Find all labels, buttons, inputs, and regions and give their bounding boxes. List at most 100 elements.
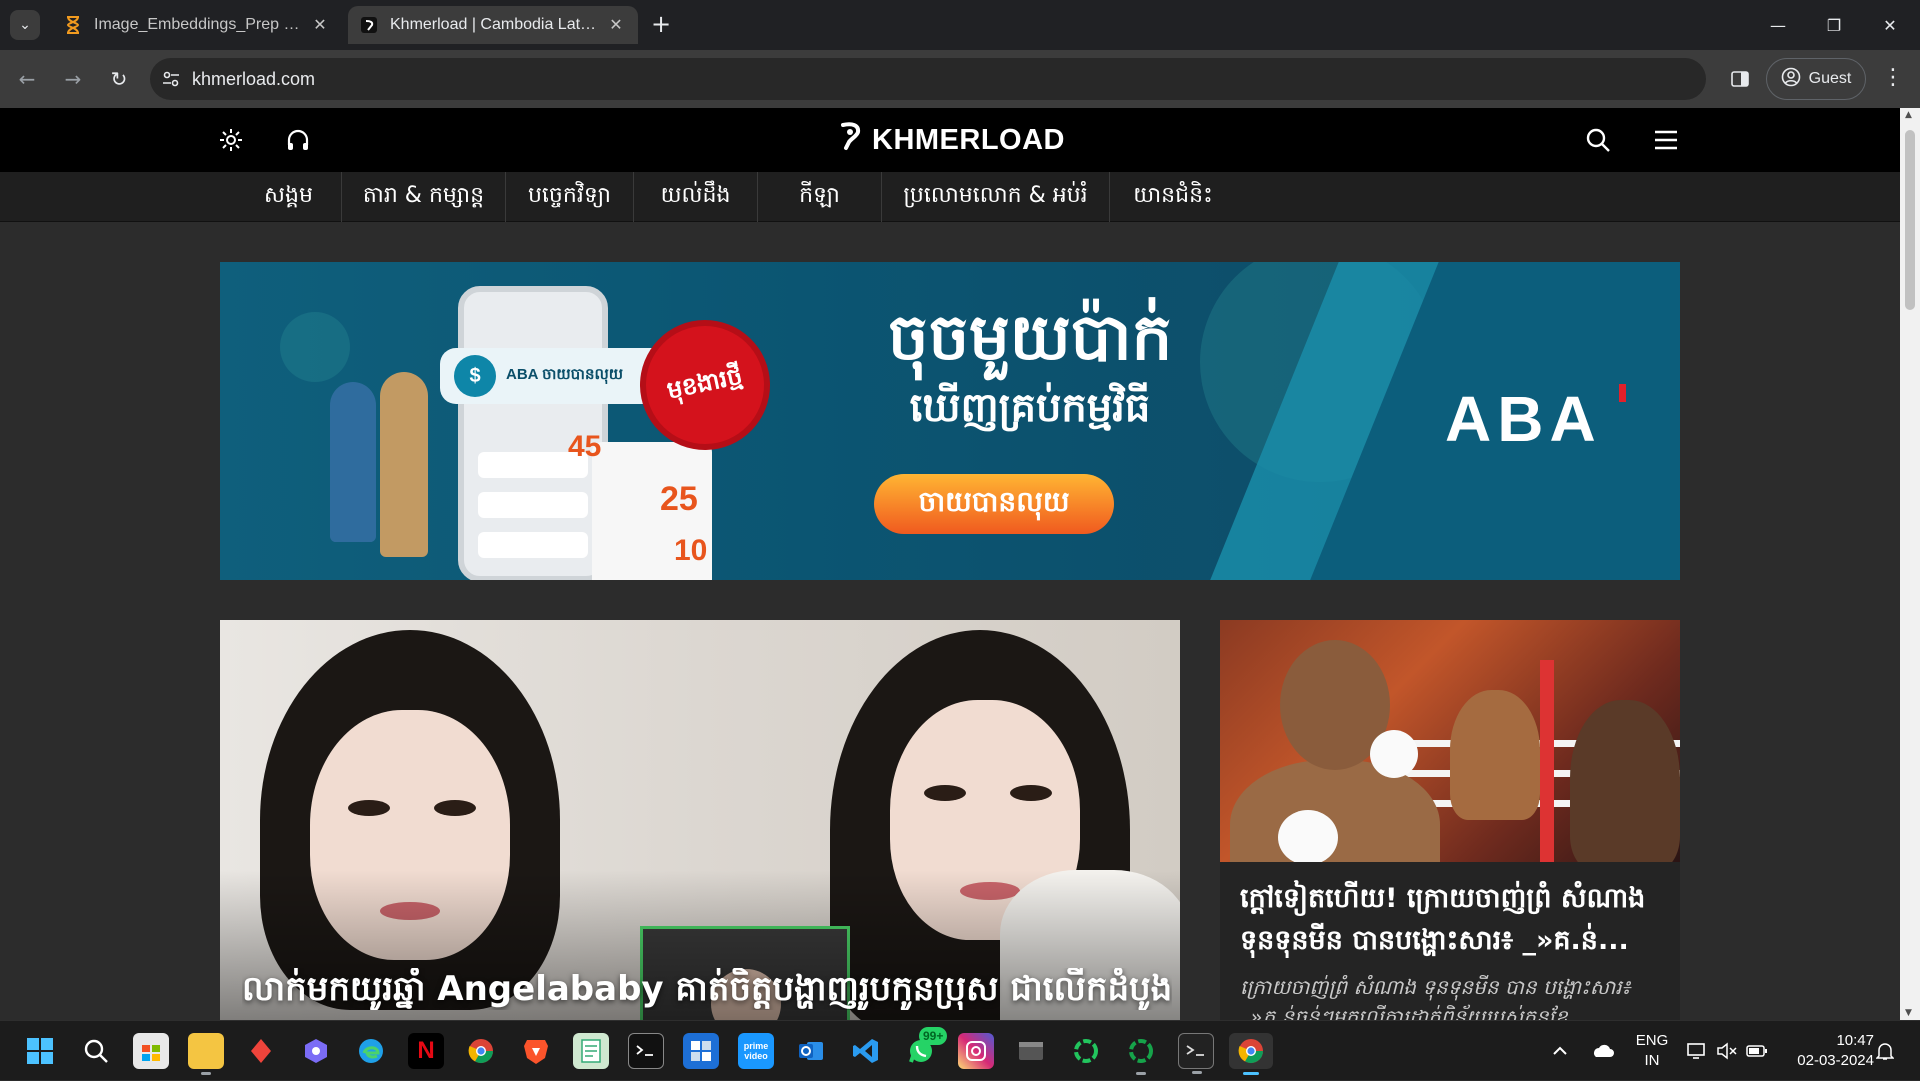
close-window-button[interactable]: ✕ xyxy=(1870,10,1910,40)
volume-muted-icon[interactable] xyxy=(1716,1021,1738,1081)
headphones-icon[interactable] xyxy=(284,126,312,154)
search-icon[interactable] xyxy=(78,1033,114,1069)
browser-menu-icon[interactable]: ⋮ xyxy=(1880,64,1906,94)
coin-decoration xyxy=(280,312,350,382)
story-image-eye xyxy=(924,785,966,801)
close-tab-icon[interactable]: ✕ xyxy=(606,15,626,35)
banner-subheadline: ឃើញគ្រប់កម្មវិធី xyxy=(909,385,1151,431)
file-explorer-icon[interactable] xyxy=(188,1033,224,1075)
outlook-icon[interactable] xyxy=(793,1033,829,1069)
battery-icon[interactable] xyxy=(1746,1021,1768,1081)
tray-overflow-icon[interactable] xyxy=(1552,1021,1568,1081)
new-feature-badge: មុខងារថ្មី xyxy=(635,315,775,455)
whatsapp-badge: 99+ xyxy=(919,1027,948,1045)
nav-item-vehicles[interactable]: យានជំនិះ xyxy=(1110,172,1236,222)
powershell-icon[interactable] xyxy=(1178,1033,1214,1074)
forward-button[interactable]: → xyxy=(58,64,88,94)
story-image-eye xyxy=(1010,785,1052,801)
nav-item-knowledge[interactable]: យល់ដឹង xyxy=(634,172,758,222)
dollar-icon: $ xyxy=(454,355,496,397)
tab-title: Image_Embeddings_Prep - Jupy xyxy=(94,16,302,33)
tab-jupyter[interactable]: Image_Embeddings_Prep - Jupy ✕ xyxy=(52,6,342,44)
phone-row xyxy=(478,532,588,558)
page-viewport: KHMERLOAD សង្គម តារា & កម្សាន្ត បច្ចេកវិ… xyxy=(0,108,1900,1020)
aba-logo-text: ABA xyxy=(1445,383,1602,455)
app-icon[interactable] xyxy=(1013,1033,1049,1069)
running-indicator xyxy=(201,1072,211,1075)
hamburger-menu-icon[interactable] xyxy=(1652,126,1680,154)
profile-icon xyxy=(1781,67,1801,92)
minimize-button[interactable]: — xyxy=(1758,10,1798,40)
featured-story-card[interactable]: លាក់មកយូរឆ្នាំ Angelababy គាត់ចិត្តបង្ហា… xyxy=(220,620,1180,1020)
prime-video-icon[interactable]: prime video xyxy=(738,1033,774,1069)
chrome-active-icon[interactable] xyxy=(1229,1033,1273,1075)
nav-item-entertainment[interactable]: តារា & កម្សាន្ត xyxy=(342,172,506,222)
reload-button[interactable]: ↻ xyxy=(104,64,134,94)
new-tab-button[interactable]: + xyxy=(648,12,674,38)
side-story-card[interactable]: ក្តៅទៀតហើយ! ក្រោយចាញ់ព្រំ សំណាង ទុនទុនមី… xyxy=(1220,620,1680,1020)
app-icon[interactable] xyxy=(298,1033,334,1069)
percent-label: 25 xyxy=(660,480,698,518)
ad-banner[interactable]: 45 25 10 $ ABA ចាយបានលុយ មុខងារថ្មី ចុចម… xyxy=(220,262,1680,580)
tab-khmerload[interactable]: Khmerload | Cambodia Latest N ✕ xyxy=(348,6,638,44)
woman-figure xyxy=(330,382,376,542)
active-indicator xyxy=(1243,1072,1259,1075)
system-clock[interactable]: 10:47 02-03-2024 xyxy=(1774,1031,1874,1071)
settings-icon[interactable] xyxy=(217,126,245,154)
site-logo[interactable]: KHMERLOAD xyxy=(838,120,1065,160)
region-code: IN xyxy=(1644,1052,1660,1069)
scroll-up-icon[interactable]: ▲ xyxy=(1905,110,1912,120)
edge-icon[interactable] xyxy=(353,1033,389,1069)
scrollbar-thumb[interactable] xyxy=(1905,130,1915,310)
netflix-icon[interactable]: N xyxy=(408,1033,444,1069)
back-button[interactable]: ← xyxy=(12,64,42,94)
start-icon[interactable] xyxy=(22,1033,58,1069)
tab-title: Khmerload | Cambodia Latest N xyxy=(390,16,598,33)
browser-tab-strip: ⌄ Image_Embeddings_Prep - Jupy ✕ Khmerlo… xyxy=(0,0,1920,50)
side-story-title[interactable]: ក្តៅទៀតហើយ! ក្រោយចាញ់ព្រំ សំណាង ទុនទុនមី… xyxy=(1240,878,1670,962)
side-panel-icon[interactable] xyxy=(1726,65,1754,93)
windows-app-icon[interactable] xyxy=(683,1033,719,1069)
nav-item-sports[interactable]: កីឡា xyxy=(758,172,882,222)
page-scrollbar[interactable]: ▲ ▼ xyxy=(1900,108,1920,1020)
nav-item-technology[interactable]: បច្ចេកវិទ្យា xyxy=(506,172,634,222)
taskbar: N prime video 99+ ENG IN 10:47 02-03-202… xyxy=(0,1020,1920,1080)
vscode-icon[interactable] xyxy=(848,1033,884,1069)
language-indicator[interactable]: ENG IN xyxy=(1630,1031,1674,1071)
boxing-glove xyxy=(1370,730,1418,778)
app-icon[interactable] xyxy=(1123,1033,1159,1075)
site-header: KHMERLOAD xyxy=(0,108,1900,172)
close-tab-icon[interactable]: ✕ xyxy=(310,15,330,35)
notification-bell-icon[interactable] xyxy=(1876,1021,1894,1081)
instagram-icon[interactable] xyxy=(958,1033,994,1069)
search-icon[interactable] xyxy=(1584,126,1612,154)
tab-search-button[interactable]: ⌄ xyxy=(10,10,40,40)
terminal-icon[interactable] xyxy=(628,1033,664,1069)
clock-date: 02-03-2024 xyxy=(1797,1052,1874,1069)
notepad-icon[interactable] xyxy=(573,1033,609,1069)
onedrive-icon[interactable] xyxy=(1590,1021,1614,1081)
brave-icon[interactable] xyxy=(518,1033,554,1069)
category-nav: សង្គម តារា & កម្សាន្ត បច្ចេកវិទ្យា យល់ដឹ… xyxy=(0,172,1900,222)
whatsapp-icon[interactable]: 99+ xyxy=(903,1027,948,1069)
percent-label: 10 xyxy=(674,534,708,567)
nav-item-society[interactable]: សង្គម xyxy=(236,172,342,222)
network-icon[interactable] xyxy=(1686,1021,1708,1081)
scroll-down-icon[interactable]: ▼ xyxy=(1905,1008,1912,1018)
side-story-image xyxy=(1220,620,1680,862)
featured-story-title[interactable]: លាក់មកយូរឆ្នាំ Angelababy គាត់ចិត្តបង្ហា… xyxy=(242,968,1172,1010)
site-info-icon[interactable] xyxy=(150,58,192,100)
banner-cta-button[interactable]: ចាយបានលុយ xyxy=(874,474,1114,534)
story-image-eye xyxy=(348,800,390,816)
nav-item-novel-education[interactable]: ប្រលោមលោក & អប់រំ xyxy=(882,172,1110,222)
restore-button[interactable]: ❐ xyxy=(1814,10,1854,40)
address-bar[interactable]: khmerload.com xyxy=(150,58,1706,100)
aba-logo: ABA xyxy=(1445,382,1626,456)
app-label: ABA ចាយបានលុយ xyxy=(506,366,624,383)
app-icon[interactable] xyxy=(1068,1033,1104,1069)
store-icon[interactable] xyxy=(133,1033,169,1069)
anydesk-icon[interactable] xyxy=(243,1033,279,1069)
chrome-icon[interactable] xyxy=(463,1033,499,1069)
aba-logo-accent xyxy=(1618,384,1626,402)
profile-button[interactable]: Guest xyxy=(1766,58,1866,100)
